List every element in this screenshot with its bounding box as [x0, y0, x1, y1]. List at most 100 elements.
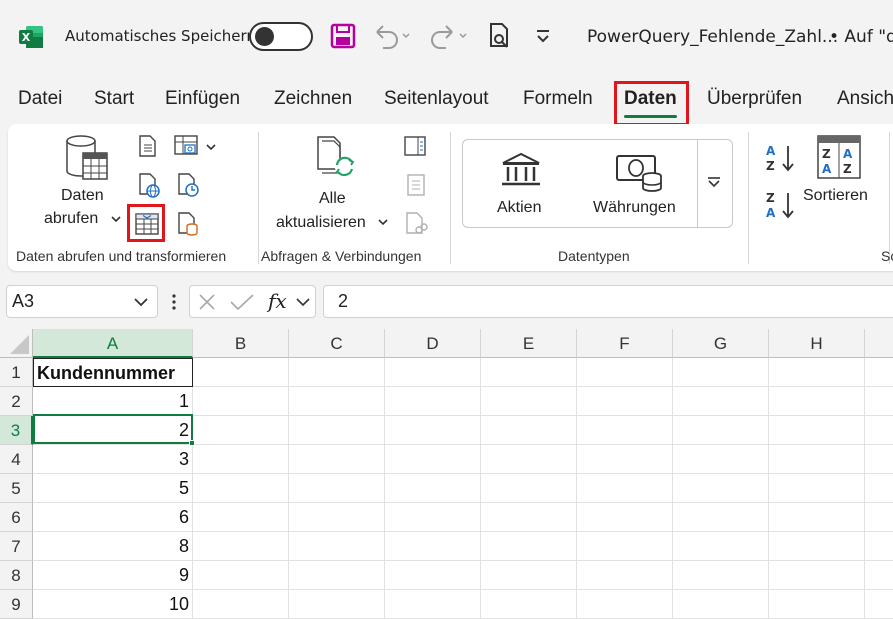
empty-cell[interactable]	[481, 503, 577, 532]
tab-formeln[interactable]: Formeln	[523, 88, 593, 110]
empty-cell[interactable]	[865, 387, 893, 416]
empty-cell[interactable]	[865, 416, 893, 445]
chevron-down-icon[interactable]	[377, 217, 389, 227]
data-cell[interactable]: 9	[33, 561, 193, 590]
chevron-down-icon[interactable]	[133, 296, 149, 308]
column-header-e[interactable]: E	[481, 329, 577, 358]
empty-cell[interactable]	[289, 358, 385, 387]
empty-cell[interactable]	[193, 590, 289, 619]
empty-cell[interactable]	[385, 590, 481, 619]
tab-zeichnen[interactable]: Zeichnen	[274, 88, 352, 110]
row-header[interactable]: 2	[0, 387, 33, 416]
tab-datei[interactable]: Datei	[18, 88, 62, 110]
column-header-g[interactable]: G	[673, 329, 769, 358]
bank-icon[interactable]	[499, 151, 543, 189]
empty-cell[interactable]	[289, 532, 385, 561]
data-cell[interactable]: 10	[33, 590, 193, 619]
empty-cell[interactable]	[577, 387, 673, 416]
row-header[interactable]: 3	[0, 416, 33, 445]
column-header-b[interactable]: B	[193, 329, 289, 358]
recent-sources-icon[interactable]	[173, 133, 201, 159]
customize-qat-icon[interactable]	[534, 20, 552, 52]
empty-cell[interactable]	[385, 387, 481, 416]
empty-cell[interactable]	[673, 503, 769, 532]
from-text-csv-icon[interactable]	[137, 134, 159, 158]
get-data-label-1[interactable]: Daten	[61, 187, 104, 205]
empty-cell[interactable]	[865, 445, 893, 474]
sort-az-icon[interactable]: A Z	[764, 143, 796, 173]
empty-cell[interactable]	[673, 416, 769, 445]
data-cell[interactable]: 6	[33, 503, 193, 532]
empty-cell[interactable]	[385, 561, 481, 590]
sort-za-icon[interactable]: Z A	[764, 190, 796, 220]
empty-cell[interactable]	[769, 358, 865, 387]
save-icon[interactable]	[330, 20, 356, 52]
cancel-icon[interactable]	[197, 292, 217, 312]
gallery-expand-icon[interactable]	[706, 176, 722, 188]
row-header[interactable]: 4	[0, 445, 33, 474]
refresh-all-label-1[interactable]: Alle	[319, 190, 346, 208]
currencies-label[interactable]: Währungen	[593, 199, 676, 217]
empty-cell[interactable]	[385, 416, 481, 445]
column-header-c[interactable]: C	[289, 329, 385, 358]
tab-ansicht[interactable]: Ansich	[837, 88, 893, 110]
fill-handle[interactable]	[189, 440, 195, 446]
empty-cell[interactable]	[193, 532, 289, 561]
column-header-h[interactable]: H	[769, 329, 865, 358]
existing-connections-icon[interactable]	[176, 172, 200, 198]
currency-icon[interactable]	[614, 152, 664, 194]
empty-cell[interactable]	[769, 503, 865, 532]
header-cell[interactable]: Kundennummer	[33, 358, 193, 387]
data-cell[interactable]: 5	[33, 474, 193, 503]
empty-cell[interactable]	[673, 445, 769, 474]
existing-queries-icon[interactable]	[176, 211, 200, 237]
empty-cell[interactable]	[577, 561, 673, 590]
column-header-f[interactable]: F	[577, 329, 673, 358]
empty-cell[interactable]	[865, 590, 893, 619]
empty-cell[interactable]	[769, 561, 865, 590]
tab-einfuegen[interactable]: Einfügen	[165, 88, 240, 110]
data-cell[interactable]: 3	[33, 445, 193, 474]
tab-ueberpruefen[interactable]: Überprüfen	[707, 88, 802, 110]
get-data-label-2[interactable]: abrufen	[44, 210, 98, 228]
database-table-icon[interactable]	[63, 133, 109, 183]
empty-cell[interactable]	[193, 561, 289, 590]
empty-cell[interactable]	[481, 387, 577, 416]
empty-cell[interactable]	[193, 474, 289, 503]
empty-cell[interactable]	[769, 387, 865, 416]
empty-cell[interactable]	[481, 416, 577, 445]
empty-cell[interactable]	[193, 416, 289, 445]
empty-cell[interactable]	[289, 387, 385, 416]
redo-icon[interactable]	[428, 20, 468, 52]
empty-cell[interactable]	[577, 532, 673, 561]
empty-cell[interactable]	[673, 474, 769, 503]
row-header[interactable]: 5	[0, 474, 33, 503]
tab-daten[interactable]: Daten	[624, 88, 677, 110]
chevron-down-icon[interactable]	[205, 142, 217, 152]
empty-cell[interactable]	[289, 474, 385, 503]
empty-cell[interactable]	[193, 387, 289, 416]
insert-function-icon[interactable]: fx	[268, 289, 287, 313]
empty-cell[interactable]	[289, 445, 385, 474]
row-header[interactable]: 1	[0, 358, 33, 387]
empty-cell[interactable]	[481, 532, 577, 561]
empty-cell[interactable]	[481, 561, 577, 590]
empty-cell[interactable]	[577, 445, 673, 474]
from-table-range-icon[interactable]	[134, 211, 160, 237]
chevron-down-icon[interactable]	[110, 214, 122, 224]
empty-cell[interactable]	[289, 416, 385, 445]
empty-cell[interactable]	[481, 358, 577, 387]
tab-start[interactable]: Start	[94, 88, 134, 110]
data-cell[interactable]: 8	[33, 532, 193, 561]
empty-cell[interactable]	[577, 590, 673, 619]
data-cell[interactable]: 1	[33, 387, 193, 416]
empty-cell[interactable]	[769, 474, 865, 503]
empty-cell[interactable]	[385, 474, 481, 503]
row-header[interactable]: 7	[0, 532, 33, 561]
queries-connections-icon[interactable]	[403, 134, 427, 158]
empty-cell[interactable]	[673, 358, 769, 387]
autosave-toggle[interactable]	[249, 22, 313, 51]
sort-label[interactable]: Sortieren	[803, 187, 868, 205]
empty-cell[interactable]	[865, 561, 893, 590]
sort-dialog-icon[interactable]: Z A A Z	[816, 134, 862, 180]
